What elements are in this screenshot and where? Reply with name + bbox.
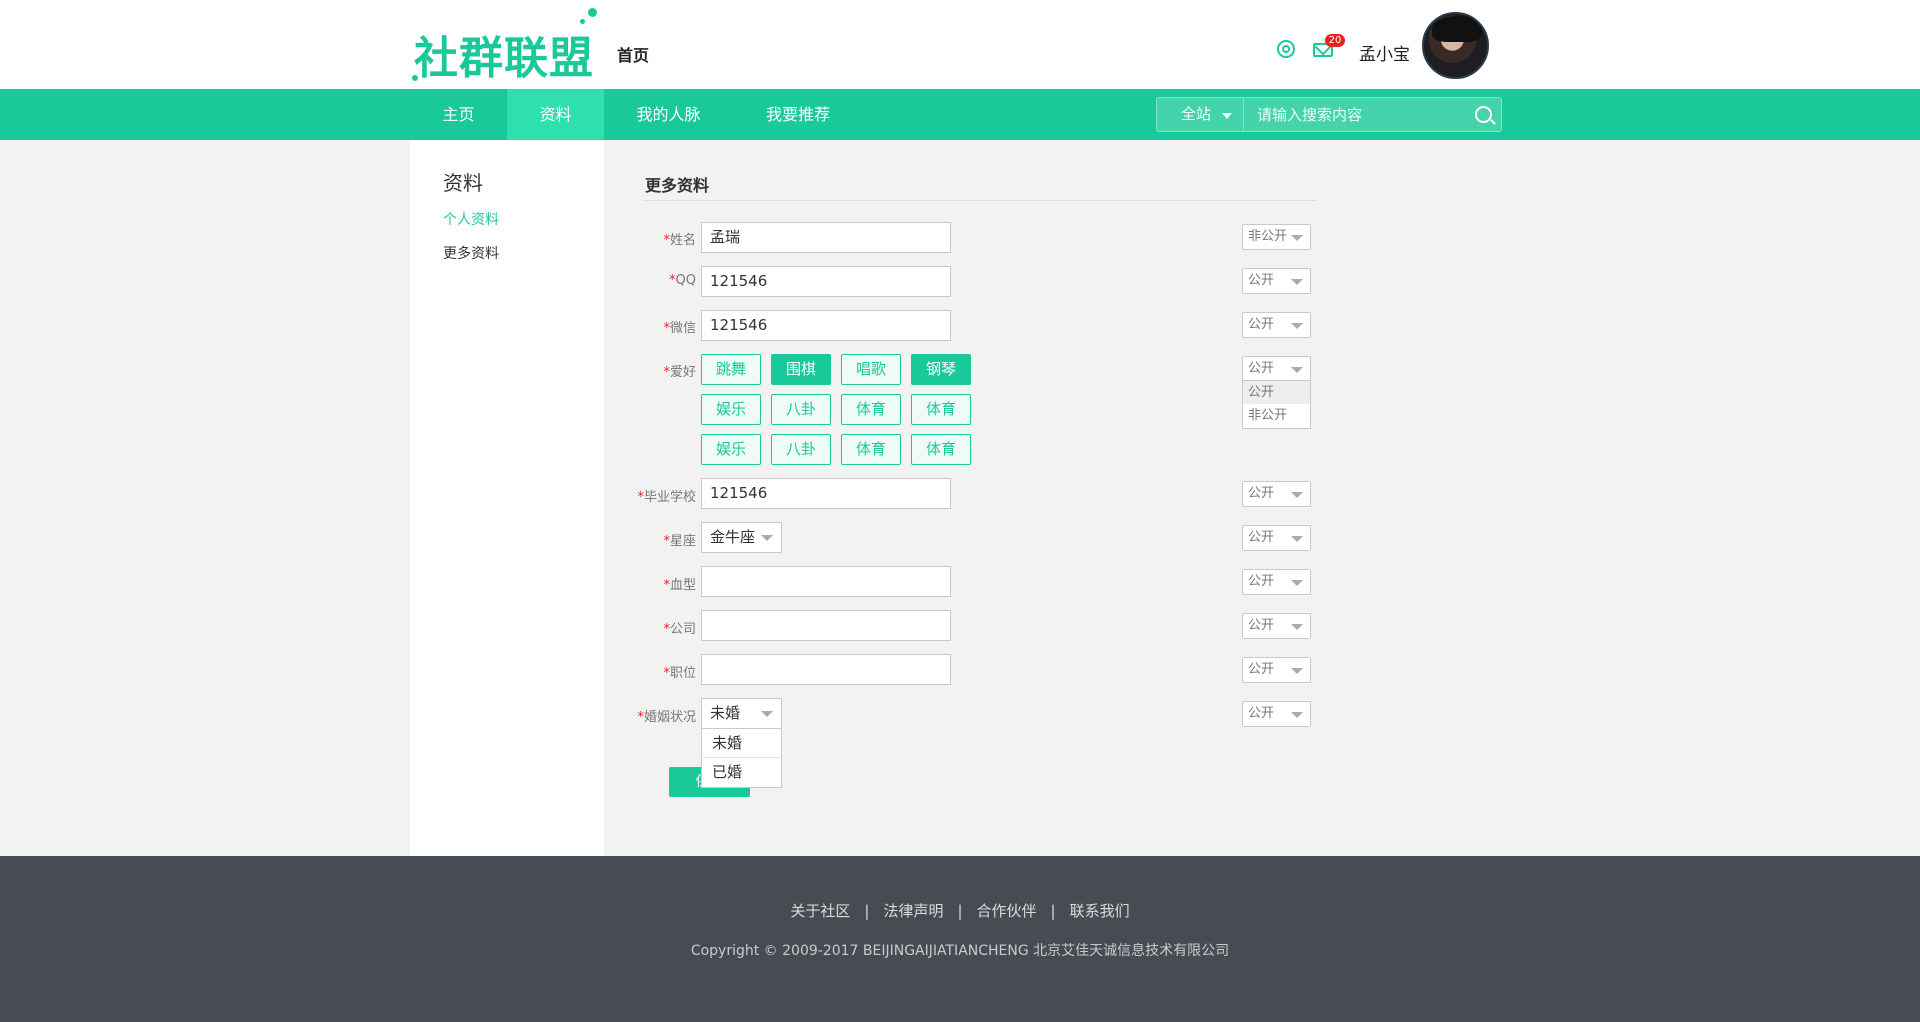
wechat-label: *微信 (663, 321, 696, 336)
logo-dot (412, 75, 418, 81)
marriage-option-single[interactable]: 未婚 (702, 729, 781, 758)
marriage-option-married[interactable]: 已婚 (702, 758, 781, 787)
hobby-tag[interactable]: 体育 (911, 394, 971, 425)
marriage-label: *婚姻状况 (637, 710, 696, 725)
mail-count-badge: 20 (1325, 34, 1345, 47)
footer-link-partners[interactable]: 合作伙伴 (977, 900, 1037, 921)
qq-field[interactable]: 121546 (701, 266, 951, 297)
sidebar-item-personal-info[interactable]: 个人资料 (443, 209, 499, 229)
footer-separator: | (864, 902, 870, 920)
zodiac-label: *星座 (663, 534, 696, 549)
wechat-privacy-select[interactable]: 公开 (1242, 312, 1311, 338)
hobby-tag[interactable]: 跳舞 (701, 354, 761, 385)
avatar[interactable] (1422, 12, 1489, 79)
hobby-tag[interactable]: 娱乐 (701, 434, 761, 465)
marriage-dropdown-menu: 未婚 已婚 (701, 728, 782, 788)
position-label: *职位 (663, 666, 696, 681)
footer-separator: | (1050, 902, 1056, 920)
sidebar-item-more-info[interactable]: 更多资料 (443, 243, 499, 263)
copyright-text: Copyright © 2009-2017 BEIJINGAIJIATIANCH… (690, 943, 1230, 959)
search-bar: 全站 (1156, 97, 1502, 132)
hobby-tag[interactable]: 体育 (841, 434, 901, 465)
school-privacy-select[interactable]: 公开 (1242, 481, 1311, 507)
blood-field[interactable] (701, 566, 951, 597)
name-field[interactable]: 孟瑞 (701, 222, 951, 253)
footer: 关于社区 | 法律声明 | 合作伙伴 | 联系我们 Copyright © 2009-201… (0, 856, 1920, 1022)
logo-dot (588, 8, 597, 17)
search-input[interactable] (1245, 98, 1465, 131)
hobby-tag[interactable]: 体育 (841, 394, 901, 425)
nav-item-connections[interactable]: 我的人脉 (617, 89, 720, 140)
search-scope-select[interactable]: 全站 (1157, 98, 1244, 131)
chevron-down-icon (1222, 113, 1232, 119)
blood-label: *血型 (663, 578, 696, 593)
logo-text: 社群联盟 (414, 33, 594, 84)
search-scope-label: 全站 (1181, 105, 1212, 123)
search-icon[interactable] (1475, 106, 1492, 123)
nav-item-home[interactable]: 主页 (410, 89, 507, 140)
marriage-select[interactable]: 未婚 (701, 698, 782, 729)
main-nav: 主页 资料 我的人脉 我要推荐 全站 (0, 89, 1920, 140)
gear-icon[interactable] (1277, 40, 1295, 58)
hobby-tag[interactable]: 唱歌 (841, 354, 901, 385)
hobby-tag-selected[interactable]: 围棋 (771, 354, 831, 385)
privacy-dropdown-menu: 公开 非公开 (1242, 380, 1311, 429)
site-logo[interactable]: 社群联盟 (412, 8, 602, 84)
zodiac-privacy-select[interactable]: 公开 (1242, 525, 1311, 551)
footer-links: 关于社区 | 法律声明 | 合作伙伴 | 联系我们 (0, 900, 1920, 921)
sidebar-title: 资料 (443, 171, 483, 195)
privacy-option-public[interactable]: 公开 (1243, 381, 1310, 404)
position-field[interactable] (701, 654, 951, 685)
company-privacy-select[interactable]: 公开 (1242, 613, 1311, 639)
privacy-option-private[interactable]: 非公开 (1243, 404, 1310, 427)
top-header: 社群联盟 首页 20 孟小宝 (0, 0, 1920, 89)
logo-dot (580, 19, 585, 24)
nav-item-recommend[interactable]: 我要推荐 (748, 89, 848, 140)
hobby-tag[interactable]: 八卦 (771, 434, 831, 465)
school-label: *毕业学校 (637, 490, 696, 505)
footer-link-about[interactable]: 关于社区 (790, 900, 850, 921)
hobby-tag-selected[interactable]: 钢琴 (911, 354, 971, 385)
zodiac-select[interactable]: 金牛座 (701, 522, 782, 553)
main-content: 更多资料 *姓名 孟瑞 非公开 *QQ 121546 公开 *微信 121546… (604, 140, 1920, 856)
company-field[interactable] (701, 610, 951, 641)
nav-item-profile[interactable]: 资料 (507, 89, 604, 140)
hobby-label: *爱好 (663, 365, 696, 380)
footer-link-contact[interactable]: 联系我们 (1070, 900, 1130, 921)
qq-label: *QQ (669, 273, 696, 288)
username[interactable]: 孟小宝 (1359, 40, 1410, 65)
wechat-field[interactable]: 121546 (701, 310, 951, 341)
hobby-privacy-select[interactable]: 公开 (1242, 356, 1311, 382)
hobby-tag[interactable]: 体育 (911, 434, 971, 465)
sidebar: 资料 个人资料 更多资料 (410, 140, 604, 856)
name-label: *姓名 (663, 233, 696, 248)
hobby-tag[interactable]: 八卦 (771, 394, 831, 425)
company-label: *公司 (663, 622, 696, 637)
blood-privacy-select[interactable]: 公开 (1242, 569, 1311, 595)
marriage-privacy-select[interactable]: 公开 (1242, 701, 1311, 727)
title-divider (642, 200, 1316, 201)
school-field[interactable]: 121546 (701, 478, 951, 509)
footer-separator: | (957, 902, 963, 920)
qq-privacy-select[interactable]: 公开 (1242, 268, 1311, 294)
page-title: 更多资料 (645, 176, 710, 195)
position-privacy-select[interactable]: 公开 (1242, 657, 1311, 683)
name-privacy-select[interactable]: 非公开 (1242, 224, 1311, 250)
hobby-tag[interactable]: 娱乐 (701, 394, 761, 425)
home-link[interactable]: 首页 (617, 42, 649, 66)
footer-link-legal[interactable]: 法律声明 (883, 900, 943, 921)
